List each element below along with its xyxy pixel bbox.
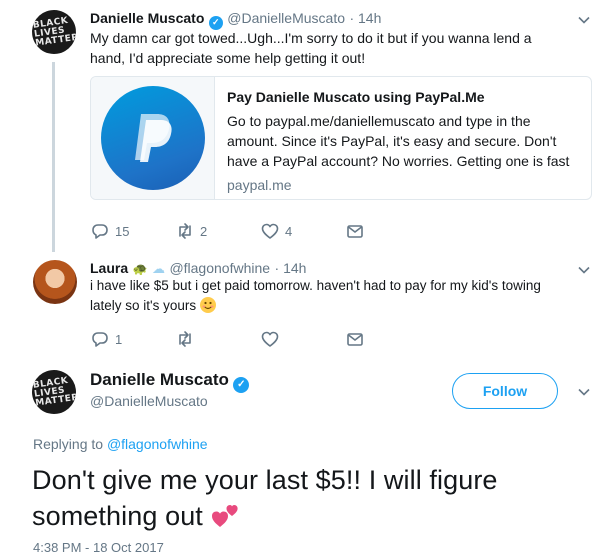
main-tweet-text-line-wrap: something out xyxy=(32,498,592,534)
tweet-text-line-wrap: lately so it's yours xyxy=(90,296,590,316)
card-description-line: Go to paypal.me/daniellemuscato and type… xyxy=(227,113,531,129)
like-count: 4 xyxy=(285,223,293,239)
card-title: Pay Danielle Muscato using PayPal.Me xyxy=(227,89,485,105)
main-tweet-author: Danielle Muscato ✓ xyxy=(90,370,250,393)
follow-button[interactable]: Follow xyxy=(452,373,558,409)
card-image xyxy=(91,77,215,199)
reply-button[interactable]: 1 xyxy=(91,330,176,348)
like-button[interactable] xyxy=(261,330,346,348)
tweet-text-line: i have like $5 but i get paid tomorrow. … xyxy=(90,278,541,293)
main-tweet-text-line: something out xyxy=(32,501,203,531)
two-hearts-emoji-icon xyxy=(211,505,238,527)
author-handle[interactable]: @flagonofwhine xyxy=(169,260,270,276)
reply-count: 1 xyxy=(115,331,123,347)
retweet-icon xyxy=(179,331,191,347)
tweet-text-line: My damn car got towed...Ugh...I'm sorry … xyxy=(90,30,532,46)
reply-button[interactable]: 15 xyxy=(91,222,176,240)
main-tweet-text-line: Don't give me your last $5!! I will figu… xyxy=(32,465,498,495)
card-body: Pay Danielle Muscato using PayPal.Me Go … xyxy=(215,77,591,199)
retweet-button[interactable]: 2 xyxy=(176,222,261,240)
main-tweet-text: Don't give me your last $5!! I will figu… xyxy=(32,462,592,534)
reply-count: 15 xyxy=(115,223,130,239)
dm-icon xyxy=(347,333,363,346)
author-name[interactable]: Laura xyxy=(90,260,128,276)
tweet-text-line: lately so it's yours xyxy=(90,298,197,313)
card-description-line: have a PayPal account? No worries. Getti… xyxy=(227,153,570,169)
tweet-time[interactable]: · 14h xyxy=(275,260,307,276)
replying-to: Replying to @flagonofwhine xyxy=(33,436,208,452)
card-domain: paypal.me xyxy=(227,177,292,193)
like-button[interactable]: 4 xyxy=(261,222,346,240)
like-icon xyxy=(261,331,279,347)
author-handle[interactable]: @DanielleMuscato xyxy=(90,393,208,409)
thread-line xyxy=(52,62,55,252)
tweet-text: i have like $5 but i get paid tomorrow. … xyxy=(90,276,590,316)
reply-icon xyxy=(92,224,108,239)
tweet-timestamp[interactable]: 4:38 PM - 18 Oct 2017 xyxy=(33,540,164,555)
replying-handle-link[interactable]: @flagonofwhine xyxy=(107,436,208,452)
author-name[interactable]: Danielle Muscato xyxy=(90,10,204,26)
card-description-line: amount. Since it's PayPal, it's easy and… xyxy=(227,133,557,149)
tweet-text-line: hand, I'd appreciate some help getting i… xyxy=(90,50,366,66)
smile-emoji-icon xyxy=(199,297,216,313)
chevron-down-icon[interactable] xyxy=(578,14,590,26)
tweet-header: Danielle Muscato ✓ @DanielleMuscato · 14… xyxy=(90,10,381,30)
chevron-down-icon[interactable] xyxy=(578,264,590,276)
chevron-down-icon[interactable] xyxy=(578,386,590,398)
avatar[interactable]: BLACK LIVES MATTER xyxy=(29,367,79,417)
cloud-emoji-icon: ☁ xyxy=(151,261,165,276)
dm-icon xyxy=(347,225,363,238)
turtle-emoji-icon: 🐢 xyxy=(132,262,148,276)
avatar[interactable]: BLACK LIVES MATTER xyxy=(29,7,79,57)
dm-button[interactable] xyxy=(346,222,431,240)
like-icon xyxy=(261,223,279,239)
retweet-count: 2 xyxy=(200,223,208,239)
retweet-button[interactable] xyxy=(176,330,261,348)
card-description: Go to paypal.me/daniellemuscato and type… xyxy=(227,111,581,171)
dm-button[interactable] xyxy=(346,330,431,348)
tweet-actions: 15 2 4 xyxy=(91,222,431,240)
replying-prefix: Replying to xyxy=(33,436,104,452)
tweet-time[interactable]: · 14h xyxy=(349,10,381,26)
link-card[interactable]: Pay Danielle Muscato using PayPal.Me Go … xyxy=(90,76,592,200)
author-name[interactable]: Danielle Muscato xyxy=(90,370,229,389)
paypal-logo-icon xyxy=(100,86,205,190)
reply-icon xyxy=(92,332,108,347)
verified-icon: ✓ xyxy=(233,376,250,393)
avatar[interactable] xyxy=(33,260,77,304)
tweet-actions: 1 xyxy=(91,330,431,348)
retweet-icon xyxy=(179,223,191,239)
tweet-text: My damn car got towed...Ugh...I'm sorry … xyxy=(90,28,590,68)
author-handle[interactable]: @DanielleMuscato xyxy=(227,10,345,26)
